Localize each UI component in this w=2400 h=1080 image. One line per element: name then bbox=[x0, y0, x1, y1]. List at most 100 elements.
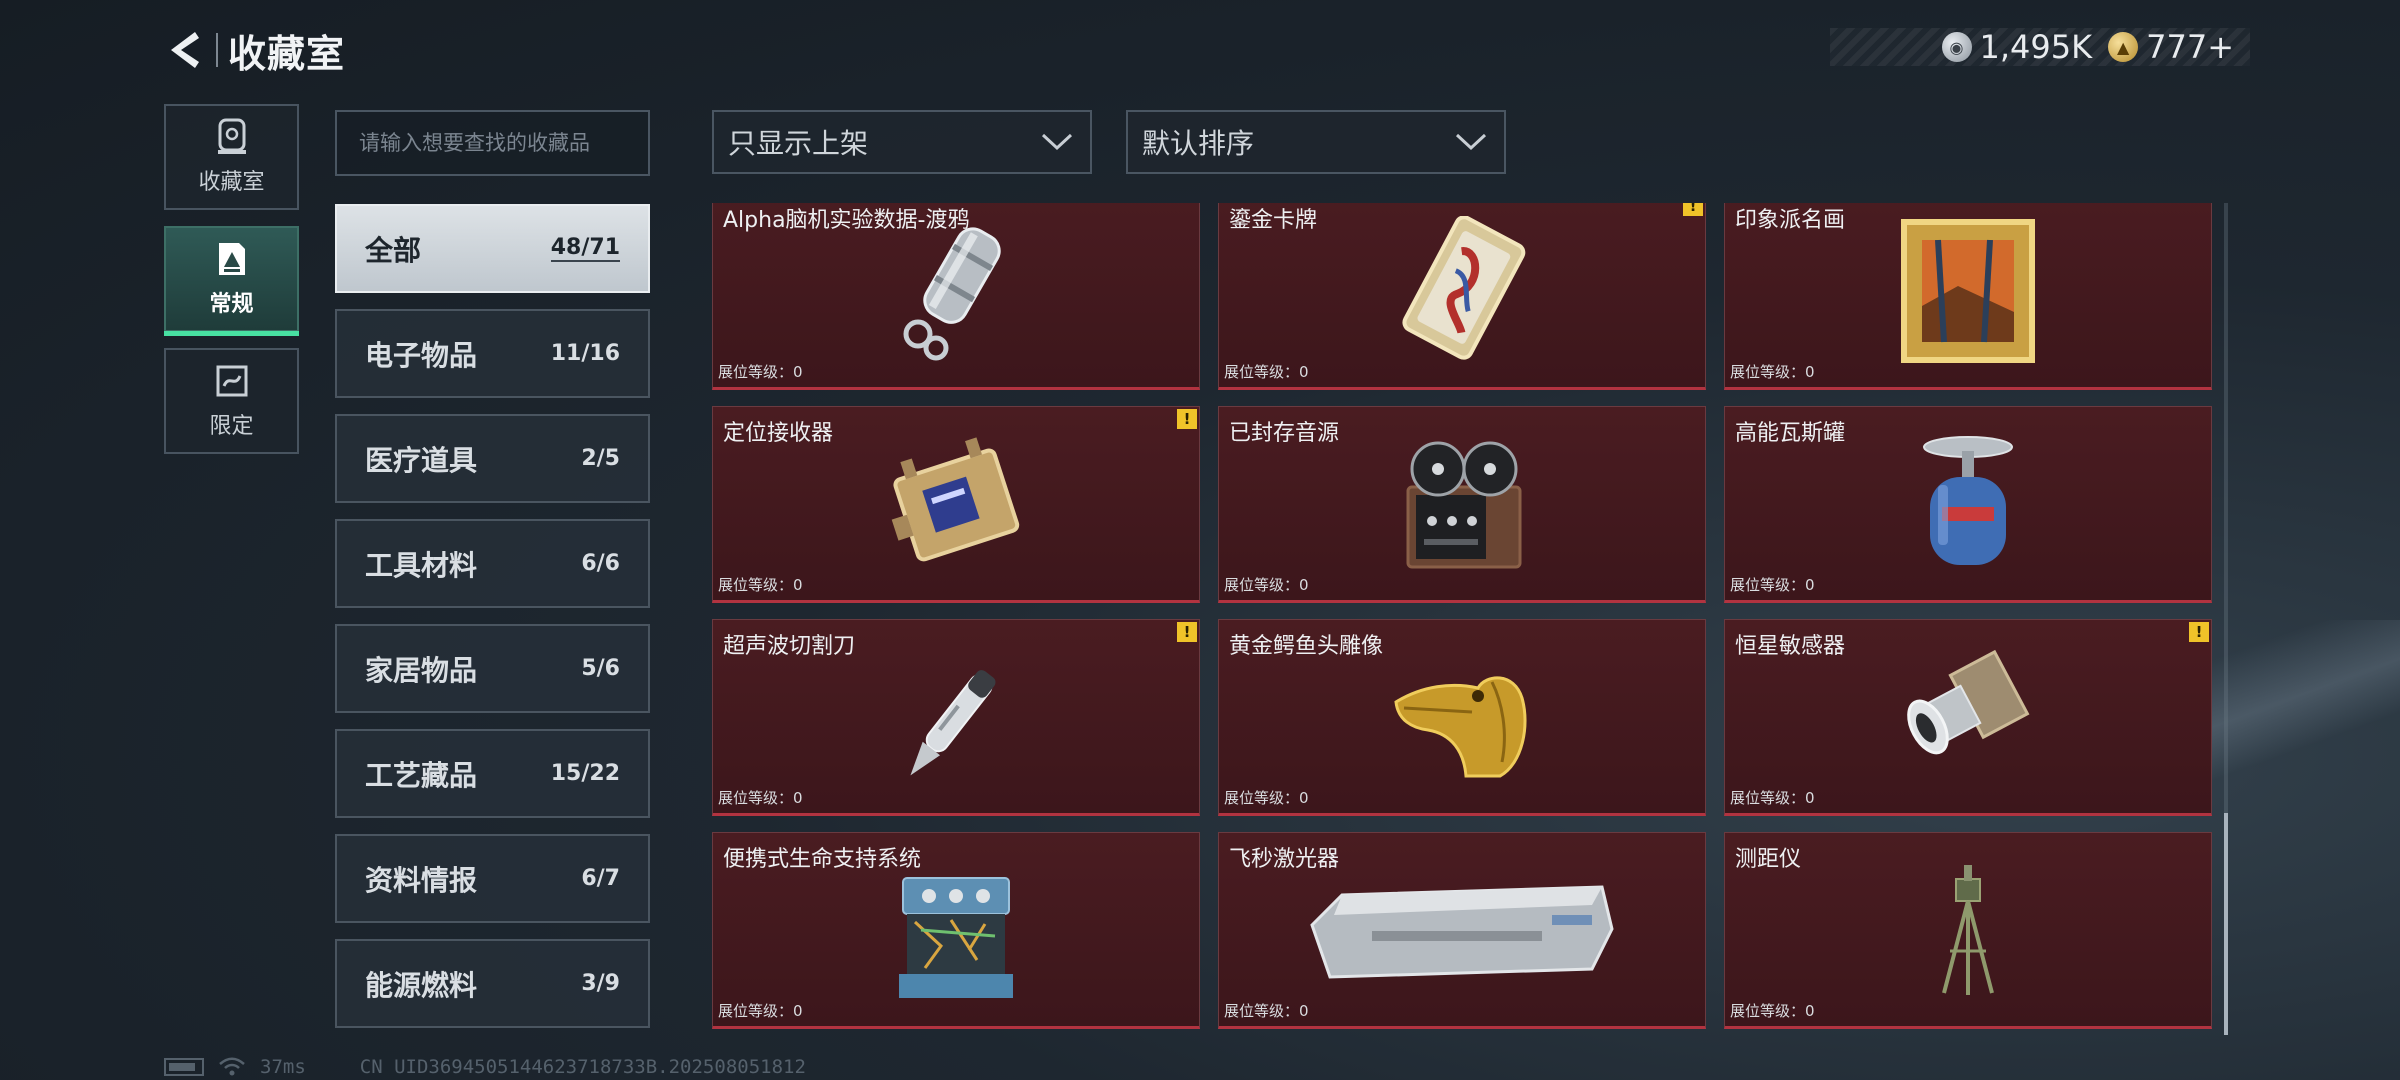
item-name: 高能瓦斯罐 bbox=[1735, 421, 1846, 446]
category-name: 工具材料 bbox=[365, 548, 478, 582]
nav-label: 收藏室 bbox=[198, 170, 265, 195]
nav-tab-limited[interactable]: 限定 bbox=[164, 348, 299, 454]
item-name: 飞秒激光器 bbox=[1229, 847, 1340, 872]
currency-bar: ◉ 1,495K ▲ 777+ bbox=[1830, 28, 2250, 66]
item-name: 印象派名画 bbox=[1735, 208, 1846, 233]
collection-card[interactable]: 印象派名画 展位等级：0 bbox=[1724, 203, 2212, 390]
currency-value: 1,495K bbox=[1979, 28, 2093, 66]
regular-items-icon bbox=[213, 240, 251, 278]
currency-gold[interactable]: ▲ 777+ bbox=[2108, 28, 2234, 66]
category-name: 医疗道具 bbox=[365, 443, 478, 477]
item-name: 超声波切割刀 bbox=[723, 634, 856, 659]
dropdown-value: 只显示上架 bbox=[728, 127, 869, 160]
collection-grid-viewport: Alpha脑机实验数据-渡鸦 展位等级：0 ! 鎏金卡牌 展位等级：0 印象派名… bbox=[712, 203, 2212, 1033]
item-name: 已封存音源 bbox=[1229, 421, 1340, 446]
booth-level: 展位等级：0 bbox=[1224, 576, 1309, 594]
booth-level: 展位等级：0 bbox=[718, 363, 803, 381]
item-name: 测距仪 bbox=[1735, 847, 1802, 872]
dropdown-value: 默认排序 bbox=[1142, 127, 1255, 160]
back-button[interactable] bbox=[160, 20, 210, 80]
collection-card[interactable]: ! 定位接收器 展位等级：0 bbox=[712, 406, 1200, 603]
collection-card[interactable]: ! 超声波切割刀 展位等级：0 bbox=[712, 619, 1200, 816]
warning-icon: ! bbox=[1177, 622, 1197, 642]
category-name: 全部 bbox=[365, 233, 422, 267]
collection-card[interactable]: Alpha脑机实验数据-渡鸦 展位等级：0 bbox=[712, 203, 1200, 390]
collection-grid: Alpha脑机实验数据-渡鸦 展位等级：0 ! 鎏金卡牌 展位等级：0 印象派名… bbox=[712, 203, 2212, 1029]
category-name: 能源燃料 bbox=[365, 968, 478, 1002]
category-electronics[interactable]: 电子物品 11/16 bbox=[335, 309, 650, 398]
nav-label: 限定 bbox=[209, 414, 254, 439]
page-title: 收藏室 bbox=[228, 31, 346, 76]
category-name: 工艺藏品 bbox=[365, 758, 478, 792]
collection-card[interactable]: 便携式生命支持系统 展位等级：0 bbox=[712, 832, 1200, 1029]
chevron-down-icon bbox=[1455, 133, 1487, 151]
booth-level: 展位等级：0 bbox=[1224, 363, 1309, 381]
category-all[interactable]: 全部 48/71 bbox=[335, 204, 650, 293]
item-name: 恒星敏感器 bbox=[1735, 634, 1846, 659]
category-count: 6/7 bbox=[581, 866, 620, 891]
status-bar: 37ms CN UID3694505144623718733B.20250805… bbox=[164, 1054, 806, 1080]
chevron-down-icon bbox=[1041, 133, 1073, 151]
wifi-icon bbox=[219, 1057, 245, 1076]
collection-card[interactable]: 已封存音源 展位等级：0 bbox=[1218, 406, 1706, 603]
currency-value: 777+ bbox=[2146, 28, 2234, 66]
nav-tab-regular[interactable]: 常规 bbox=[164, 226, 299, 336]
booth-level: 展位等级：0 bbox=[718, 789, 803, 807]
category-intel[interactable]: 资料情报 6/7 bbox=[335, 834, 650, 923]
category-count: 48/71 bbox=[550, 235, 620, 262]
category-household[interactable]: 家居物品 5/6 bbox=[335, 624, 650, 713]
limited-items-icon bbox=[213, 362, 251, 400]
header: 收藏室 bbox=[160, 20, 345, 80]
category-name: 电子物品 bbox=[365, 338, 478, 372]
warning-icon: ! bbox=[1683, 203, 1703, 216]
left-nav: 收藏室 常规 限定 bbox=[164, 104, 299, 470]
search-input[interactable] bbox=[359, 131, 648, 155]
item-name: 鎏金卡牌 bbox=[1229, 208, 1318, 233]
booth-level: 展位等级：0 bbox=[1730, 363, 1815, 381]
category-count: 3/9 bbox=[581, 971, 620, 996]
category-crafts[interactable]: 工艺藏品 15/22 bbox=[335, 729, 650, 818]
category-medical[interactable]: 医疗道具 2/5 bbox=[335, 414, 650, 503]
category-name: 家居物品 bbox=[365, 653, 478, 687]
nav-tab-collection-room[interactable]: 收藏室 bbox=[164, 104, 299, 210]
item-name: Alpha脑机实验数据-渡鸦 bbox=[723, 208, 970, 233]
grid-scrollbar[interactable] bbox=[2224, 203, 2228, 1035]
category-count: 11/16 bbox=[550, 341, 620, 366]
category-list: 全部 48/71 电子物品 11/16 医疗道具 2/5 工具材料 6/6 家居… bbox=[335, 204, 650, 1044]
back-arrow-icon bbox=[171, 32, 199, 68]
warning-icon: ! bbox=[2189, 622, 2209, 642]
booth-level: 展位等级：0 bbox=[1730, 789, 1815, 807]
collection-card[interactable]: 测距仪 展位等级：0 bbox=[1724, 832, 2212, 1029]
booth-level: 展位等级：0 bbox=[1224, 789, 1309, 807]
category-count: 2/5 bbox=[581, 446, 620, 471]
user-uid: CN UID3694505144623718733B.202508051812 bbox=[359, 1056, 806, 1078]
currency-silver[interactable]: ◉ 1,495K bbox=[1941, 28, 2093, 66]
battery-icon bbox=[164, 1058, 204, 1076]
item-name: 便携式生命支持系统 bbox=[723, 847, 922, 872]
silver-coin-icon: ◉ bbox=[1941, 32, 1972, 62]
item-name: 黄金鳄鱼头雕像 bbox=[1229, 634, 1384, 659]
category-tools[interactable]: 工具材料 6/6 bbox=[335, 519, 650, 608]
collection-card[interactable]: 飞秒激光器 展位等级：0 bbox=[1218, 832, 1706, 1029]
shelf-filter-dropdown[interactable]: 只显示上架 bbox=[712, 110, 1092, 174]
sort-dropdown[interactable]: 默认排序 bbox=[1126, 110, 1506, 174]
warning-icon: ! bbox=[1177, 409, 1197, 429]
gold-coin-icon: ▲ bbox=[2108, 32, 2139, 62]
scrollbar-thumb[interactable] bbox=[2224, 813, 2228, 1035]
category-energy[interactable]: 能源燃料 3/9 bbox=[335, 939, 650, 1028]
category-count: 5/6 bbox=[581, 656, 620, 681]
collection-card[interactable]: 高能瓦斯罐 展位等级：0 bbox=[1724, 406, 2212, 603]
category-name: 资料情报 bbox=[365, 863, 478, 897]
collection-card[interactable]: ! 鎏金卡牌 展位等级：0 bbox=[1218, 203, 1706, 390]
collection-card[interactable]: ! 恒星敏感器 展位等级：0 bbox=[1724, 619, 2212, 816]
collection-card[interactable]: 黄金鳄鱼头雕像 展位等级：0 bbox=[1218, 619, 1706, 816]
category-count: 15/22 bbox=[550, 761, 620, 786]
header-separator bbox=[216, 33, 218, 67]
booth-level: 展位等级：0 bbox=[718, 1002, 803, 1020]
booth-level: 展位等级：0 bbox=[1224, 1002, 1309, 1020]
booth-level: 展位等级：0 bbox=[1730, 576, 1815, 594]
booth-level: 展位等级：0 bbox=[1730, 1002, 1815, 1020]
booth-level: 展位等级：0 bbox=[718, 576, 803, 594]
item-name: 定位接收器 bbox=[723, 421, 834, 446]
ping-value: 37ms bbox=[260, 1056, 306, 1078]
